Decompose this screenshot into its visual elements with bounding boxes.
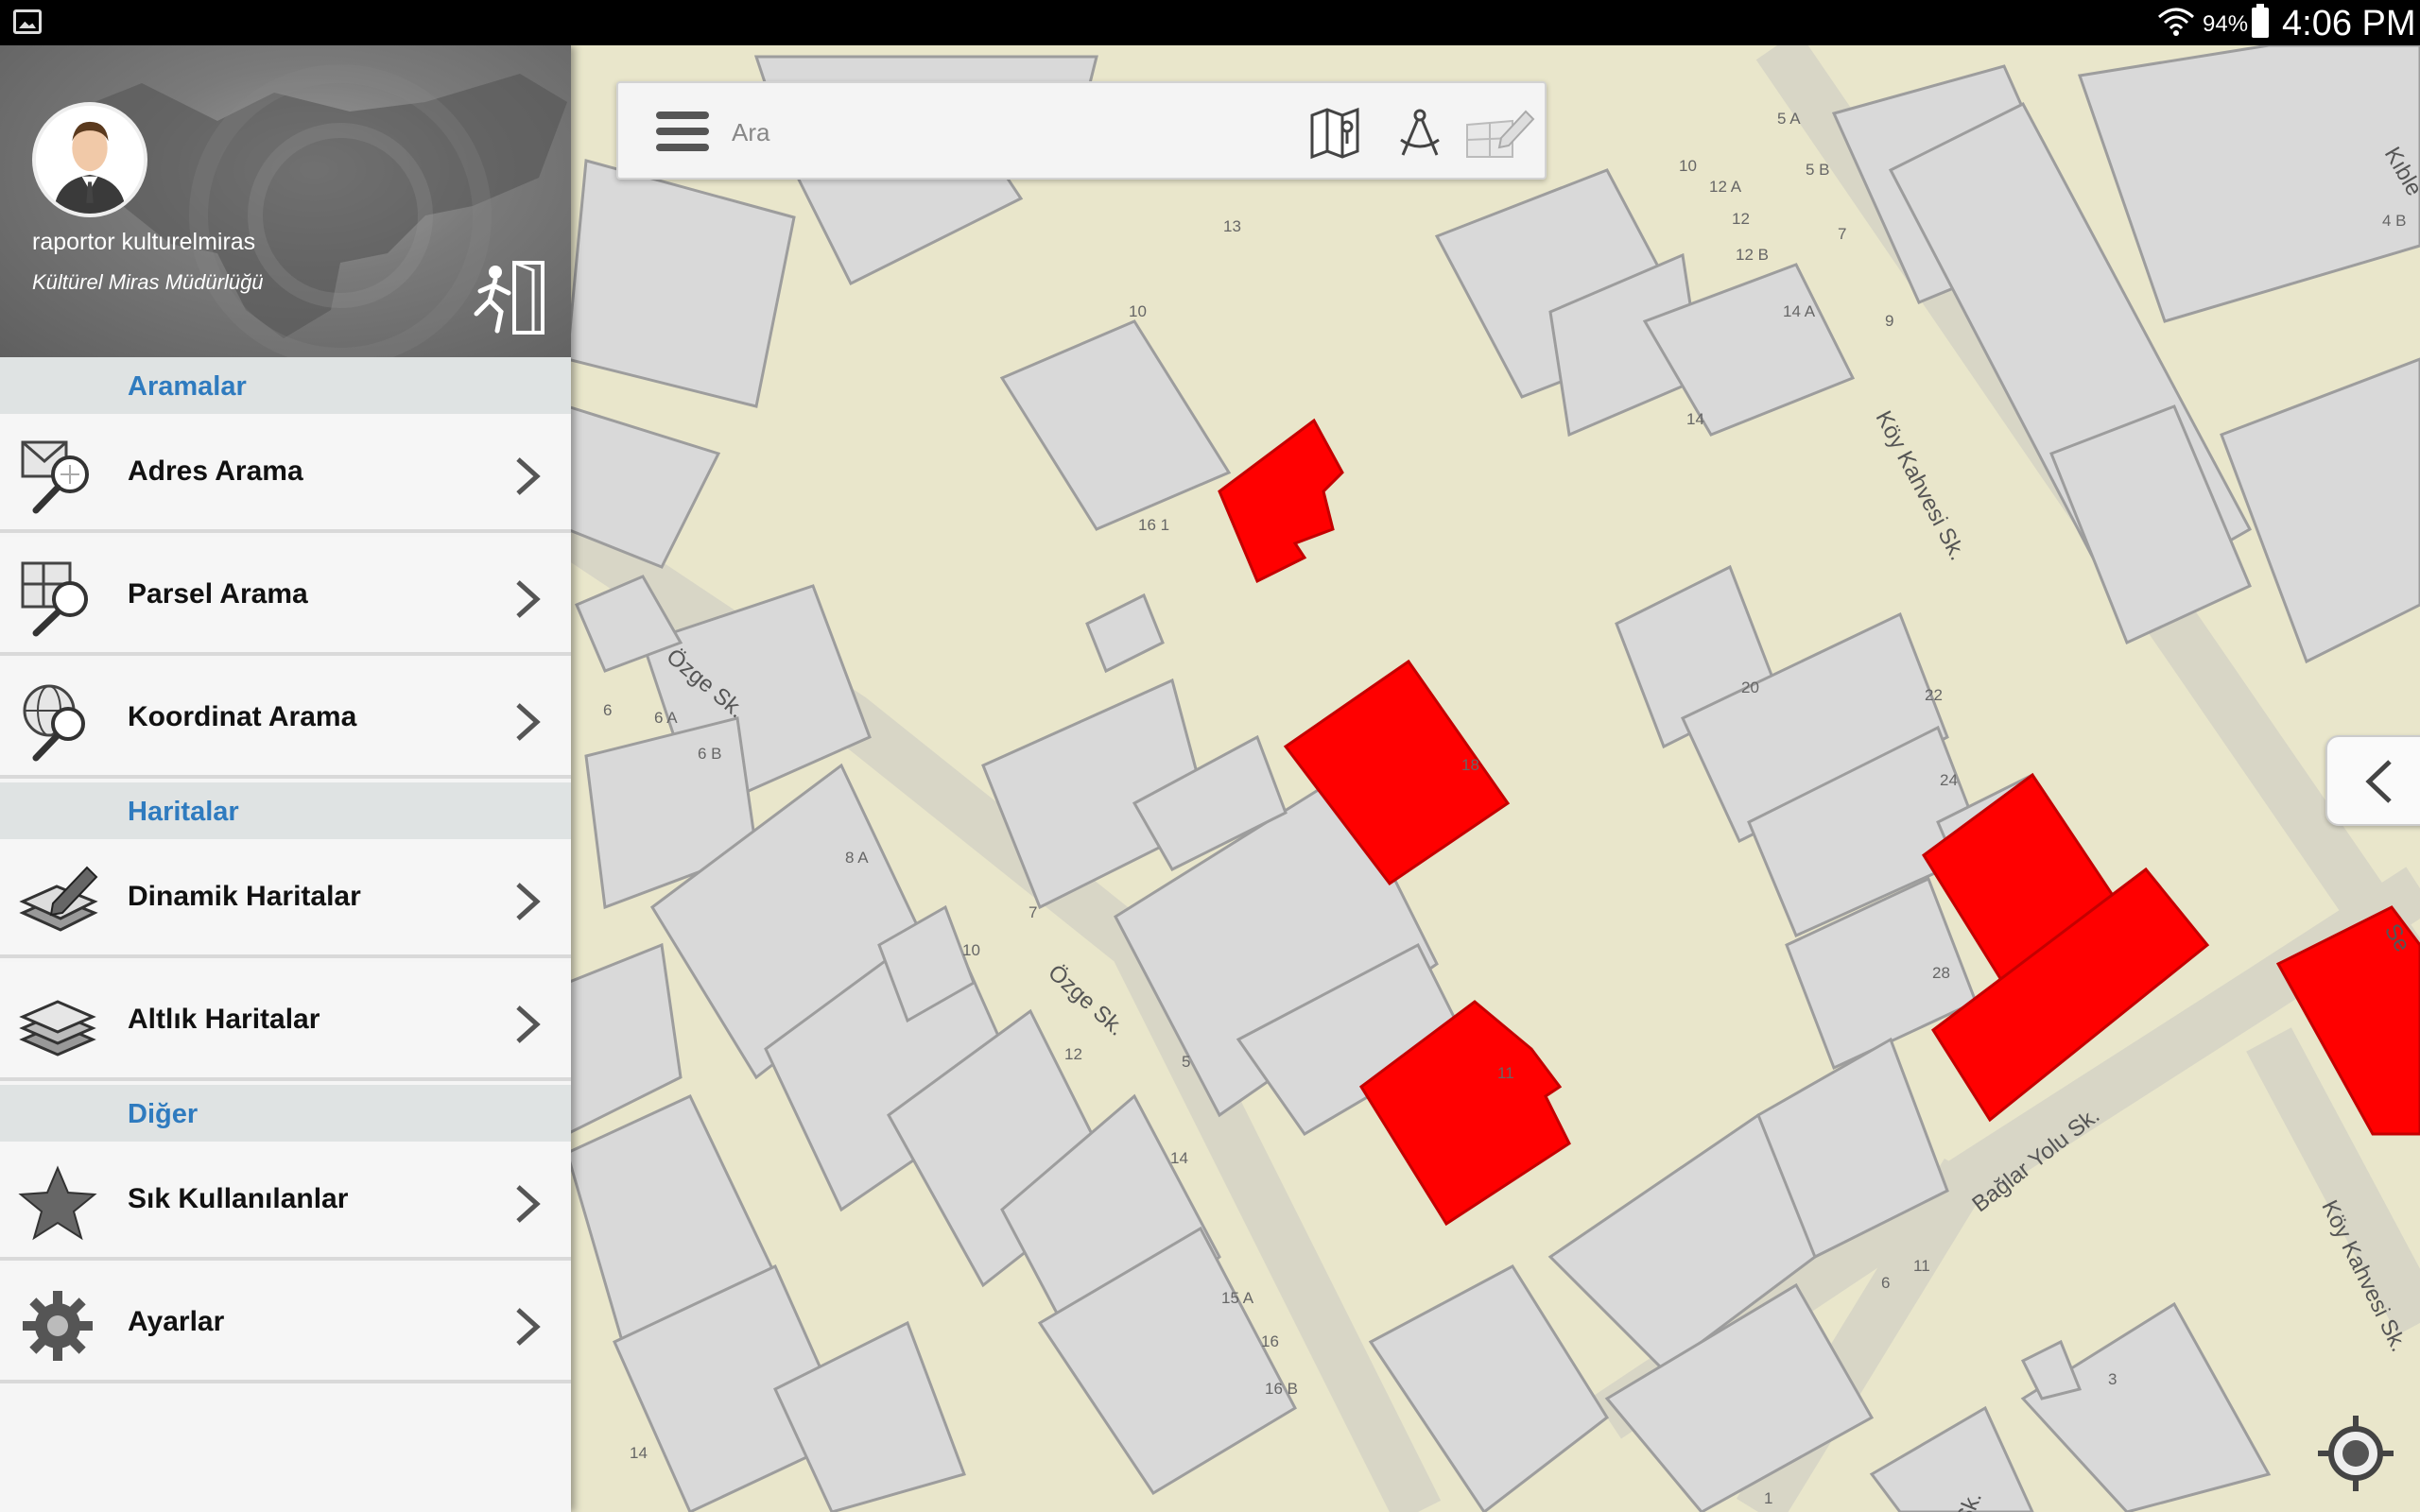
menu-item-address-search[interactable]: Adres Arama — [0, 414, 571, 533]
house-number: 16 — [1261, 1332, 1279, 1350]
house-number: 5 — [1182, 1053, 1191, 1071]
house-number: 7 — [1028, 903, 1038, 921]
house-number: 4 B — [2382, 212, 2407, 230]
section-title: Aramalar — [128, 371, 247, 402]
house-number: 24 — [1940, 771, 1958, 789]
status-bar: 94% 4:06 PM — [0, 0, 2420, 45]
house-number: 5 B — [1806, 161, 1830, 179]
house-number: 10 — [962, 941, 980, 959]
house-number: 12 — [1064, 1045, 1082, 1063]
gear-icon — [23, 1291, 93, 1361]
dynamic-maps-icon — [19, 866, 98, 932]
menu-label: Altlık Haritalar — [128, 1004, 320, 1035]
section-header-maps: Haritalar — [0, 782, 571, 839]
buildings — [565, 45, 2420, 1512]
house-number: 9 — [1885, 312, 1894, 330]
gallery-icon — [13, 9, 42, 34]
section-title: Haritalar — [128, 797, 239, 827]
menu-item-parcel-search[interactable]: Parsel Arama — [0, 537, 571, 656]
house-number: 7 — [1838, 225, 1847, 243]
menu-item-settings[interactable]: Ayarlar — [0, 1264, 571, 1383]
house-number: 12 — [1732, 210, 1750, 228]
clock: 4:06 PM — [2282, 4, 2416, 43]
edit-map-icon[interactable] — [1463, 104, 1535, 161]
open-panel-button[interactable] — [2325, 735, 2420, 826]
house-number: 6 — [603, 701, 613, 719]
menu-label: Dinamik Haritalar — [128, 881, 361, 912]
house-number: 14 — [1686, 410, 1704, 428]
house-number: 16 1 — [1138, 516, 1170, 534]
house-number: 12 B — [1736, 246, 1769, 264]
section-title: Diğer — [128, 1099, 199, 1129]
house-number: 12 A — [1709, 178, 1742, 196]
side-drawer: raportor kulturelmiras Kültürel Miras Mü… — [0, 45, 571, 1512]
chevron-right-icon — [516, 1005, 541, 1043]
user-name: raportor kulturelmiras — [32, 229, 256, 255]
menu-item-dynamic-maps[interactable]: Dinamik Haritalar — [0, 839, 571, 958]
house-number: 6 A — [654, 709, 678, 727]
house-number: 22 — [1925, 686, 1943, 704]
star-icon — [18, 1165, 97, 1241]
house-number: 11 — [1913, 1257, 1930, 1275]
menu-label: Ayarlar — [128, 1306, 225, 1337]
layers-icon — [19, 1000, 96, 1057]
chevron-right-icon — [516, 703, 541, 741]
parcel-search-icon — [21, 561, 88, 637]
section-header-other: Diğer — [0, 1085, 571, 1142]
search-bar — [616, 81, 1547, 180]
house-number: 10 — [1129, 302, 1147, 320]
logout-icon[interactable] — [467, 257, 548, 338]
map-legend-icon[interactable] — [1306, 104, 1363, 161]
house-number: 10 — [1679, 157, 1697, 175]
house-number: 13 — [1223, 217, 1241, 235]
wifi-icon — [2158, 8, 2194, 36]
battery-icon — [2252, 4, 2269, 38]
house-number: 5 A — [1777, 110, 1801, 128]
house-number: 6 — [1881, 1274, 1891, 1292]
avatar[interactable] — [32, 102, 147, 217]
chevron-right-icon — [516, 1308, 541, 1346]
chevron-right-icon — [516, 1185, 541, 1223]
address-search-icon — [21, 440, 89, 514]
menu-item-coordinate-search[interactable]: Koordinat Arama — [0, 660, 571, 779]
house-number: 11 — [1497, 1064, 1514, 1082]
battery-percent: 94% — [2203, 11, 2249, 37]
chevron-right-icon — [516, 457, 541, 495]
chevron-left-icon — [2365, 760, 2392, 803]
menu-item-base-maps[interactable]: Altlık Haritalar — [0, 962, 571, 1081]
hamburger-menu-icon[interactable] — [656, 112, 709, 155]
house-number: 15 A — [1221, 1289, 1254, 1307]
menu-label: Adres Arama — [128, 455, 303, 487]
house-number: 14 — [1170, 1149, 1188, 1167]
chevron-right-icon — [516, 883, 541, 920]
house-number: 3 — [2108, 1370, 2118, 1388]
menu-label: Parsel Arama — [128, 578, 308, 610]
house-number: 20 — [1741, 679, 1759, 696]
menu-item-favorites[interactable]: Sık Kullanılanlar — [0, 1142, 571, 1261]
house-number: 14 A — [1783, 302, 1816, 320]
chevron-right-icon — [516, 580, 541, 618]
measure-compass-icon[interactable] — [1392, 104, 1448, 161]
house-number: 6 B — [698, 745, 722, 763]
search-input[interactable] — [732, 106, 1299, 159]
locate-me-icon[interactable] — [2316, 1414, 2395, 1493]
house-number: 28 — [1932, 964, 1950, 982]
menu-label: Koordinat Arama — [128, 701, 357, 732]
menu-label: Sık Kullanılanlar — [128, 1183, 349, 1214]
house-number: 18 — [1461, 756, 1479, 774]
house-number: 8 A — [845, 849, 869, 867]
user-department: Kültürel Miras Müdürlüğü — [32, 270, 264, 294]
house-number: 16 B — [1265, 1380, 1298, 1398]
house-number: 14 — [630, 1444, 648, 1462]
profile-header: raportor kulturelmiras Kültürel Miras Mü… — [0, 45, 571, 357]
coordinate-search-icon — [23, 684, 85, 762]
house-number: 1 — [1764, 1489, 1773, 1507]
section-header-searches: Aramalar — [0, 357, 571, 414]
